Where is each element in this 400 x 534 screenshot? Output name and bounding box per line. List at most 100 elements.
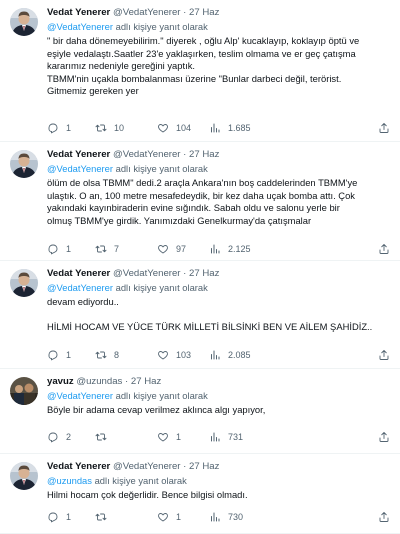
author-handle[interactable]: @VedatYenerer [113, 461, 181, 472]
share-button[interactable] [378, 348, 390, 362]
views-button[interactable]: 2.125 [209, 242, 251, 256]
like-button[interactable]: 104 [157, 121, 191, 135]
separator-dot: · [183, 268, 187, 279]
tweet-text: Böyle bir adama cevap verilmez aklınca a… [47, 404, 394, 417]
author-name[interactable]: Vedat Yenerer [47, 149, 110, 160]
reply-button[interactable]: 1 [47, 242, 71, 256]
tweet-content: yavuz @uzundas · 27 Haz @VedatYenerer adl… [47, 375, 394, 417]
tweet-actions: 1 1 730 [47, 510, 390, 524]
reply-context-text: adlı kişiye yanıt olarak [113, 390, 208, 401]
reply-mention-link[interactable]: @VedatYenerer [47, 390, 113, 401]
reply-count: 1 [66, 512, 72, 522]
reply-mention-link[interactable]: @uzundas [47, 475, 92, 486]
retweet-icon [95, 511, 107, 523]
reply-button[interactable]: 1 [47, 121, 71, 135]
share-button[interactable] [378, 121, 390, 135]
reply-mention-link[interactable]: @VedatYenerer [47, 282, 113, 293]
views-icon [209, 431, 221, 443]
tweet-text-line: devam ediyordu.. [47, 296, 119, 307]
reply-button[interactable]: 2 [47, 430, 71, 444]
tweet-date[interactable]: 27 Haz [189, 461, 219, 472]
tweet-content: Vedat Yenerer @VedatYenerer · 27 Haz @Ved… [47, 267, 394, 334]
tweet-actions: 1 7 97 2.125 [47, 242, 390, 256]
reply-context: @uzundas adlı kişiye yanıt olarak [47, 474, 394, 487]
tweet-text: devam ediyordu.. HİLMİ HOCAM VE YÜCE TÜRK… [47, 296, 394, 334]
tweet-text-line: yakındaki kayınbiraderin evine sığındık.… [47, 202, 340, 213]
retweet-icon [95, 431, 107, 443]
author-handle[interactable]: @VedatYenerer [113, 268, 181, 279]
views-count: 1.685 [228, 123, 251, 133]
reply-button[interactable]: 1 [47, 510, 71, 524]
tweet-text-line [47, 309, 394, 322]
avatar[interactable] [10, 377, 38, 405]
share-icon [378, 122, 390, 134]
avatar[interactable] [10, 462, 38, 490]
retweet-button[interactable]: 7 [95, 242, 119, 256]
share-button[interactable] [378, 430, 390, 444]
tweet-date[interactable]: 27 Haz [189, 268, 219, 279]
views-button[interactable]: 730 [209, 510, 243, 524]
share-button[interactable] [378, 510, 390, 524]
views-count: 2.125 [228, 244, 251, 254]
tweet-text-line: Hilmi hocam çok değerlidir. Bence bilgis… [47, 489, 248, 500]
timeline-feed: Vedat Yenerer @VedatYenerer · 27 Haz @Ved… [0, 0, 400, 534]
retweet-count: 10 [114, 123, 125, 133]
views-button[interactable]: 2.085 [209, 348, 251, 362]
tweet-header: yavuz @uzundas · 27 Haz [47, 375, 394, 389]
like-count: 1 [176, 512, 182, 522]
reply-icon [47, 122, 59, 134]
tweet-header: Vedat Yenerer @VedatYenerer · 27 Haz [47, 148, 394, 162]
author-name[interactable]: Vedat Yenerer [47, 461, 110, 472]
like-button[interactable]: 103 [157, 348, 191, 362]
reply-context: @VedatYenerer adlı kişiye yanıt olarak [47, 281, 394, 294]
reply-button[interactable]: 1 [47, 348, 71, 362]
reply-mention-link[interactable]: @VedatYenerer [47, 21, 113, 32]
views-icon [209, 349, 221, 361]
retweet-button[interactable]: 8 [95, 348, 119, 362]
like-count: 97 [176, 244, 187, 254]
reply-count: 1 [66, 123, 72, 133]
tweet-text: ölüm de olsa TBMM" dedi.2 araçla Ankara'… [47, 177, 394, 227]
author-name[interactable]: Vedat Yenerer [47, 7, 110, 18]
reply-count: 1 [66, 244, 72, 254]
reply-context-text: adlı kişiye yanıt olarak [113, 282, 208, 293]
author-name[interactable]: yavuz [47, 376, 74, 387]
tweet-text-line: eşiyle vedalaştı.Saatler 23'e yaklaşırke… [47, 47, 356, 59]
author-handle[interactable]: @VedatYenerer [113, 7, 181, 18]
like-icon [157, 243, 169, 255]
tweet-date[interactable]: 27 Haz [189, 7, 219, 18]
separator-dot: · [183, 461, 187, 472]
views-button[interactable]: 731 [209, 430, 243, 444]
retweet-button[interactable] [95, 430, 114, 444]
like-button[interactable]: 1 [157, 510, 181, 524]
tweet-text-line: ölüm de olsa TBMM" dedi.2 araçla Ankara'… [47, 177, 358, 188]
retweet-button[interactable] [95, 510, 114, 524]
views-button[interactable]: 1.685 [209, 121, 251, 135]
views-icon [209, 243, 221, 255]
tweet-date[interactable]: 27 Haz [189, 149, 219, 160]
views-icon [209, 122, 221, 134]
like-icon [157, 349, 169, 361]
share-button[interactable] [378, 242, 390, 256]
like-icon [157, 431, 169, 443]
author-handle[interactable]: @VedatYenerer [113, 149, 181, 160]
author-name[interactable]: Vedat Yenerer [47, 268, 110, 279]
views-icon [209, 511, 221, 523]
tweet-date[interactable]: 27 Haz [131, 376, 161, 387]
avatar[interactable] [10, 269, 38, 297]
reply-icon [47, 243, 59, 255]
views-count: 2.085 [228, 350, 251, 360]
tweet-actions: 1 8 103 2.085 [47, 348, 390, 362]
reply-mention-link[interactable]: @VedatYenerer [47, 163, 113, 174]
reply-icon [47, 431, 59, 443]
author-handle[interactable]: @uzundas [76, 376, 122, 387]
share-icon [378, 431, 390, 443]
avatar[interactable] [10, 150, 38, 178]
avatar[interactable] [10, 8, 38, 36]
separator-dot: · [183, 7, 187, 18]
like-button[interactable]: 97 [157, 242, 186, 256]
reply-context-text: adlı kişiye yanıt olarak [91, 475, 187, 486]
share-icon [378, 349, 390, 361]
retweet-button[interactable]: 10 [95, 121, 124, 135]
like-button[interactable]: 1 [157, 430, 181, 444]
